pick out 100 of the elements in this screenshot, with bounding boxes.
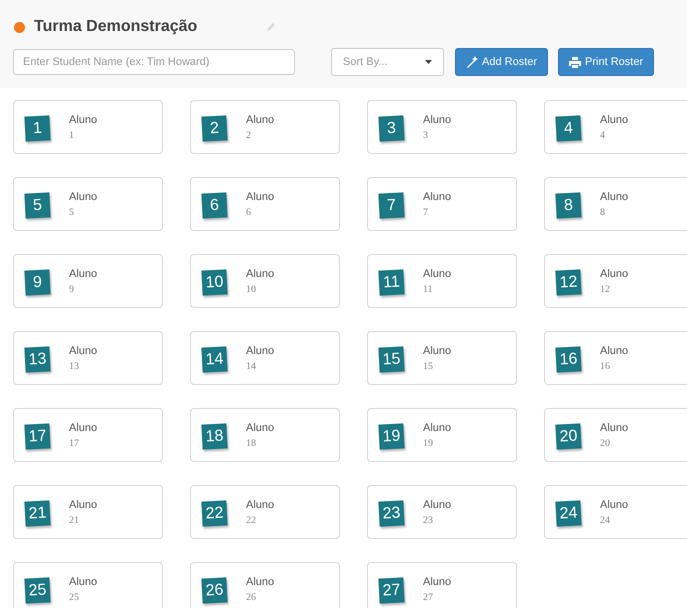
student-first-name: Aluno: [423, 345, 452, 358]
student-card[interactable]: 26 Aluno 26: [190, 562, 340, 608]
student-last-name: 6: [246, 206, 252, 219]
student-first-name: Aluno: [69, 114, 98, 127]
student-card[interactable]: 27 Aluno 27: [367, 562, 517, 608]
number-badge: 24: [555, 500, 582, 527]
student-card[interactable]: 15 Aluno 15: [367, 331, 517, 385]
number-badge: 6: [201, 192, 228, 219]
student-last-name: 7: [423, 206, 429, 219]
student-card[interactable]: 11 Aluno 11: [367, 254, 517, 308]
student-card[interactable]: 10 Aluno 10: [190, 254, 340, 308]
pencil-icon[interactable]: [265, 21, 278, 33]
number-badge: 25: [24, 577, 51, 604]
number-badge: 4: [555, 115, 582, 142]
student-card[interactable]: 2 Aluno 2: [190, 100, 340, 154]
wand-icon: [466, 56, 478, 68]
student-last-name: 1: [69, 129, 75, 142]
student-last-name: 11: [423, 283, 434, 296]
student-last-name: 23: [423, 514, 434, 527]
number-badge: 16: [555, 346, 582, 373]
student-last-name: 16: [600, 360, 611, 373]
student-card[interactable]: 1 Aluno 1: [13, 100, 163, 154]
student-first-name: Aluno: [69, 576, 98, 589]
number-badge: 13: [24, 346, 51, 373]
student-first-name: Aluno: [246, 191, 274, 204]
student-card[interactable]: 18 Aluno 18: [190, 408, 340, 462]
student-card[interactable]: 25 Aluno 25: [13, 562, 163, 608]
printer-icon: [569, 56, 582, 68]
student-card[interactable]: 22 Aluno 22: [190, 485, 340, 539]
student-card[interactable]: 13 Aluno 13: [13, 331, 163, 385]
number-badge: 22: [201, 500, 228, 527]
student-last-name: 10: [246, 283, 257, 296]
student-last-name: 13: [69, 360, 80, 373]
number-badge: 19: [378, 423, 405, 450]
student-last-name: 22: [246, 514, 257, 527]
number-badge: 7: [378, 192, 405, 219]
student-card[interactable]: 17 Aluno 17: [13, 408, 163, 462]
student-card[interactable]: 9 Aluno 9: [13, 254, 163, 308]
student-card[interactable]: 4 Aluno 4: [544, 100, 687, 154]
student-card[interactable]: 16 Aluno 16: [544, 331, 687, 385]
student-first-name: Aluno: [246, 422, 274, 435]
number-badge: 3: [378, 115, 405, 142]
number-badge: 9: [24, 269, 51, 296]
student-first-name: Aluno: [69, 499, 98, 512]
number-badge: 23: [378, 500, 405, 527]
student-first-name: Aluno: [423, 422, 452, 435]
student-first-name: Aluno: [600, 499, 628, 512]
student-last-name: 4: [600, 129, 606, 142]
student-last-name: 27: [423, 591, 434, 604]
student-card[interactable]: 6 Aluno 6: [190, 177, 340, 231]
number-badge: 11: [378, 269, 405, 296]
student-first-name: Aluno: [600, 114, 628, 127]
number-badge: 14: [201, 346, 228, 373]
student-first-name: Aluno: [246, 576, 274, 589]
student-last-name: 25: [69, 591, 80, 604]
student-card[interactable]: 21 Aluno 21: [13, 485, 163, 539]
number-badge: 20: [555, 423, 582, 450]
student-card[interactable]: 8 Aluno 8: [544, 177, 687, 231]
student-last-name: 5: [69, 206, 75, 219]
student-card[interactable]: 23 Aluno 23: [367, 485, 517, 539]
number-badge: 12: [555, 269, 582, 296]
student-first-name: Aluno: [246, 268, 274, 281]
student-last-name: 26: [246, 591, 257, 604]
student-first-name: Aluno: [423, 499, 452, 512]
number-badge: 15: [378, 346, 405, 373]
student-first-name: Aluno: [69, 422, 98, 435]
student-last-name: 15: [423, 360, 434, 373]
student-name-field[interactable]: Enter Student Name (ex: Tim Howard): [13, 49, 295, 75]
number-badge: 2: [201, 115, 228, 142]
number-badge: 18: [201, 423, 228, 450]
student-first-name: Aluno: [423, 268, 452, 281]
number-badge: 8: [555, 192, 582, 219]
number-badge: 27: [378, 577, 405, 604]
number-badge: 17: [24, 423, 51, 450]
student-last-name: 8: [600, 206, 606, 219]
student-last-name: 17: [69, 437, 80, 450]
student-last-name: 20: [600, 437, 611, 450]
number-badge: 26: [201, 577, 228, 604]
print-roster-button[interactable]: Print Roster: [558, 48, 654, 76]
student-card[interactable]: 7 Aluno 7: [367, 177, 517, 231]
student-first-name: Aluno: [246, 345, 274, 358]
student-first-name: Aluno: [423, 114, 452, 127]
number-badge: 21: [24, 500, 51, 527]
student-card[interactable]: 3 Aluno 3: [367, 100, 517, 154]
caret-icon: [425, 60, 432, 64]
student-first-name: Aluno: [69, 345, 98, 358]
number-badge: 10: [201, 269, 228, 296]
add-roster-button[interactable]: Add Roster: [455, 48, 548, 76]
student-card[interactable]: 12 Aluno 12: [544, 254, 687, 308]
student-first-name: Aluno: [69, 191, 98, 204]
student-card[interactable]: 14 Aluno 14: [190, 331, 340, 385]
student-card[interactable]: 20 Aluno 20: [544, 408, 687, 462]
student-first-name: Aluno: [423, 191, 452, 204]
student-card[interactable]: 5 Aluno 5: [13, 177, 163, 231]
student-first-name: Aluno: [423, 576, 452, 589]
student-first-name: Aluno: [69, 268, 98, 281]
student-card[interactable]: 19 Aluno 19: [367, 408, 517, 462]
student-last-name: 18: [246, 437, 257, 450]
student-card[interactable]: 24 Aluno 24: [544, 485, 687, 539]
student-last-name: 24: [600, 514, 611, 527]
